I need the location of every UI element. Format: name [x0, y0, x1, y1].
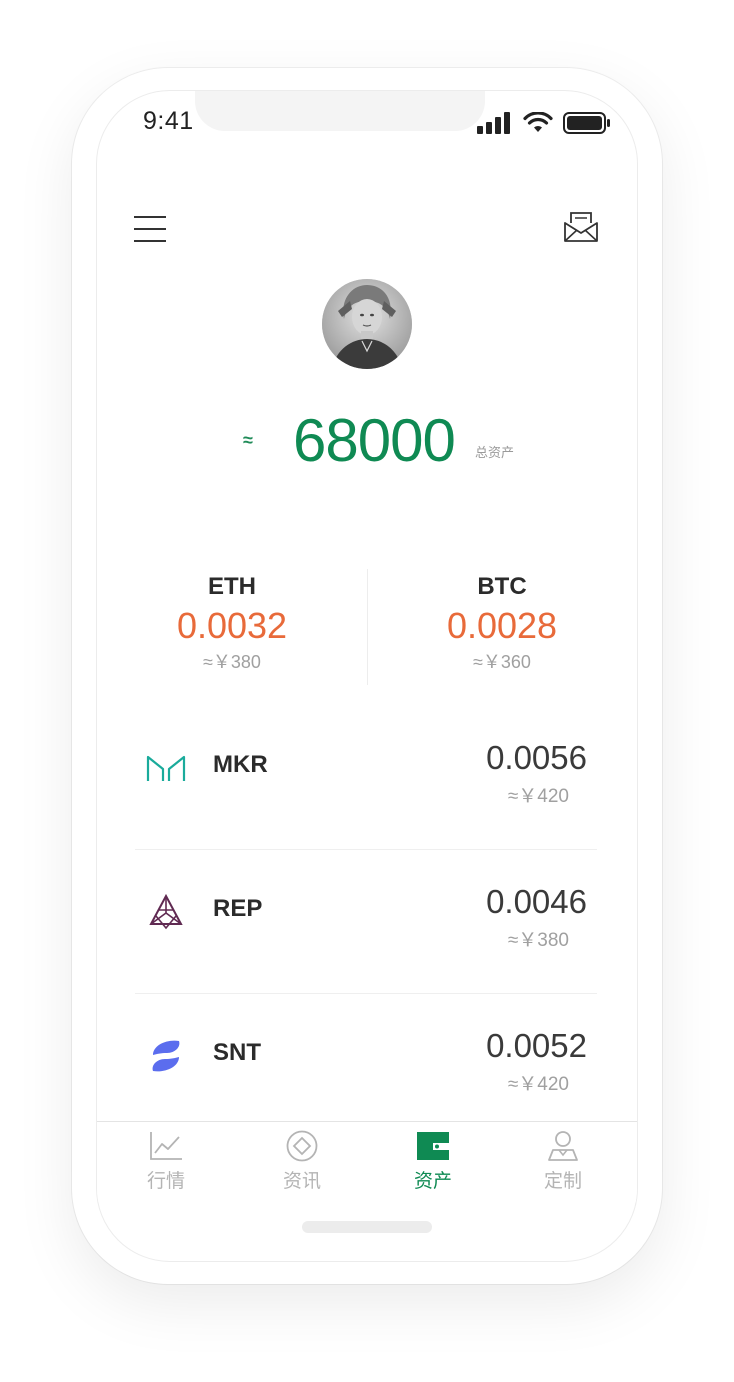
status-icons — [477, 111, 611, 135]
hamburger-menu-icon — [134, 216, 166, 242]
top-coin-eth[interactable]: ETH 0.0032 ≈￥380 — [97, 571, 367, 675]
coin-row-mkr[interactable]: MKR 0.0056 ≈￥420 — [135, 715, 599, 835]
coin-row-snt[interactable]: SNT 0.0052 ≈￥420 — [135, 1003, 599, 1123]
coin-cny-value: ≈￥420 — [507, 786, 569, 807]
coin-amount: 0.0056 — [486, 739, 587, 776]
avatar-photo-icon — [322, 279, 412, 369]
row-divider — [135, 849, 597, 850]
coin-amount: 0.0052 — [486, 1027, 587, 1064]
tab-market[interactable]: 行情 — [116, 1130, 216, 1200]
snt-logo-icon — [152, 1040, 180, 1072]
coin-amount: 0.0032 — [176, 605, 288, 646]
rep-logo-icon — [149, 893, 183, 930]
coin-cny-value: ≈￥360 — [473, 652, 531, 672]
profile-icon — [548, 1131, 578, 1161]
coin-symbol: MKR — [213, 751, 268, 778]
tab-label: 行情 — [146, 1170, 185, 1192]
status-time: 9:41 — [143, 107, 194, 135]
wifi-icon — [523, 112, 553, 132]
phone-screen: 9:41 ≈ 68000 总资产 ETH 0.0032 ≈￥380 BTC 0.… — [96, 90, 638, 1262]
coin-cny-value: ≈￥380 — [203, 652, 261, 672]
total-approx-sign: ≈ — [243, 430, 253, 450]
tab-label: 资产 — [413, 1170, 452, 1192]
top-coin-btc[interactable]: BTC 0.0028 ≈￥360 — [367, 571, 637, 675]
coin-amount: 0.0028 — [446, 605, 558, 646]
mail-envelope-icon — [564, 212, 598, 242]
avatar[interactable] — [322, 279, 412, 369]
stage: 9:41 ≈ 68000 总资产 ETH 0.0032 ≈￥380 BTC 0.… — [0, 0, 734, 1382]
battery-icon — [563, 112, 610, 134]
coin-symbol: REP — [213, 895, 263, 922]
coin-row-rep[interactable]: REP 0.0046 ≈￥380 — [135, 859, 599, 979]
mail-button[interactable] — [563, 211, 599, 243]
wallet-icon — [417, 1132, 449, 1160]
total-assets: ≈ 68000 总资产 — [97, 406, 637, 476]
row-divider — [135, 993, 597, 994]
tab-label: 资讯 — [282, 1170, 321, 1192]
total-label: 总资产 — [475, 445, 515, 460]
bottom-tab-bar: 行情 资讯 资产 定制 — [97, 1121, 637, 1202]
tab-custom[interactable]: 定制 — [513, 1130, 613, 1200]
menu-button[interactable] — [133, 215, 167, 243]
notch — [195, 91, 485, 131]
coin-amount: 0.0046 — [486, 883, 587, 920]
home-indicator[interactable] — [302, 1221, 432, 1233]
coin-cny-value: ≈￥380 — [507, 930, 569, 951]
coin-cny-value: ≈￥420 — [507, 1074, 569, 1095]
tab-label: 定制 — [543, 1170, 582, 1192]
mkr-logo-icon — [146, 755, 186, 781]
chart-line-icon — [150, 1132, 182, 1160]
coin-symbol: BTC — [477, 573, 527, 600]
total-value: 68000 — [293, 407, 456, 474]
coin-symbol: SNT — [213, 1039, 261, 1066]
coin-symbol: ETH — [208, 573, 256, 600]
news-diamond-icon — [286, 1130, 318, 1162]
tab-news[interactable]: 资讯 — [252, 1130, 352, 1200]
signal-icon — [477, 112, 510, 134]
tab-assets[interactable]: 资产 — [383, 1130, 483, 1200]
